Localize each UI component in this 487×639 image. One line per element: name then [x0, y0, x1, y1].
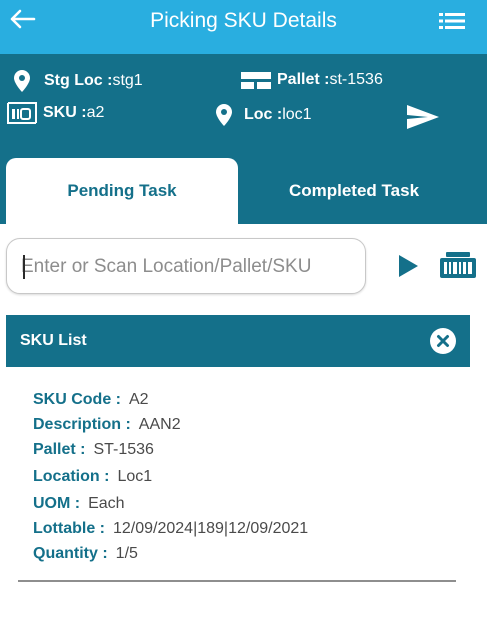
pallet-icon	[241, 70, 271, 90]
location-search-input[interactable]	[21, 247, 361, 287]
detail-row-quantity: Quantity : 1/5	[33, 545, 473, 570]
pallet-info: Pallet :st-1536	[241, 70, 383, 90]
play-icon	[399, 255, 418, 277]
detail-value: ST-1536	[93, 441, 154, 458]
divider	[18, 580, 456, 582]
barcode-box-icon	[7, 102, 37, 124]
close-button[interactable]	[430, 328, 456, 354]
list-menu-icon	[439, 13, 465, 29]
sku-list-title: SKU List	[20, 332, 87, 349]
location-pin-icon	[14, 70, 30, 92]
stg-loc-value: stg1	[112, 72, 143, 89]
detail-value: Loc1	[117, 468, 153, 485]
sku-label: SKU :	[43, 104, 87, 121]
detail-row-location: Location : Loc1	[33, 468, 473, 493]
tab-completed-task-label: Completed Task	[288, 181, 420, 200]
detail-label: SKU Code :	[33, 391, 121, 408]
tab-pending-task-label: Pending Task	[67, 181, 177, 200]
app-screen: Picking SKU Details Stg Loc :stg1 Pallet…	[0, 0, 487, 639]
sku-details: SKU Code : A2 Description : AAN2 Pallet : S…	[33, 391, 473, 570]
detail-row-pallet: Pallet : ST-1536	[33, 441, 473, 466]
detail-value: 1/5	[115, 545, 138, 562]
sku-list-header: SKU List	[6, 315, 470, 367]
stg-loc-label: Stg Loc :	[44, 72, 113, 89]
menu-button[interactable]	[437, 8, 467, 34]
detail-label: Lottable :	[33, 520, 105, 537]
loc-label: Loc :	[244, 106, 283, 123]
sku-value: a2	[86, 104, 105, 121]
scan-barcode-button[interactable]	[438, 252, 478, 280]
app-bar: Picking SKU Details	[0, 0, 487, 54]
loc-info: Loc :loc1	[216, 104, 312, 126]
sku-info: SKU :a2	[7, 102, 104, 124]
barcode-scanner-icon	[440, 252, 476, 278]
tab-pending-task[interactable]: Pending Task	[6, 158, 238, 224]
detail-label: UOM :	[33, 495, 81, 512]
detail-row-uom: UOM : Each	[33, 495, 473, 520]
pallet-value: st-1536	[329, 71, 383, 88]
location-pin-icon	[216, 104, 232, 126]
text-cursor	[23, 255, 25, 279]
detail-row-description: Description : AAN2	[33, 416, 473, 441]
detail-value: AAN2	[138, 416, 181, 433]
detail-value: A2	[129, 391, 149, 408]
tab-completed-task[interactable]: Completed Task	[238, 158, 470, 224]
stg-loc-info: Stg Loc :stg1	[14, 70, 143, 92]
detail-label: Pallet :	[33, 441, 86, 458]
detail-value: Each	[88, 495, 125, 512]
send-button[interactable]	[406, 104, 440, 130]
detail-row-lottable: Lottable : 12/09/2024|189|12/09/2021	[33, 520, 473, 545]
detail-label: Description :	[33, 416, 131, 433]
close-circle-icon	[430, 328, 456, 354]
submit-button[interactable]	[396, 252, 422, 280]
loc-value: loc1	[282, 106, 312, 123]
page-title: Picking SKU Details	[150, 9, 337, 32]
detail-value: 12/09/2024|189|12/09/2021	[113, 520, 309, 537]
detail-label: Location :	[33, 468, 110, 485]
detail-row-sku-code: SKU Code : A2	[33, 391, 473, 416]
pallet-label: Pallet :	[277, 71, 330, 88]
detail-label: Quantity :	[33, 545, 108, 562]
task-info-header: Stg Loc :stg1 Pallet :st-1536 SKU :a2 Lo…	[0, 54, 487, 224]
send-icon	[407, 105, 439, 129]
search-box	[6, 238, 366, 294]
